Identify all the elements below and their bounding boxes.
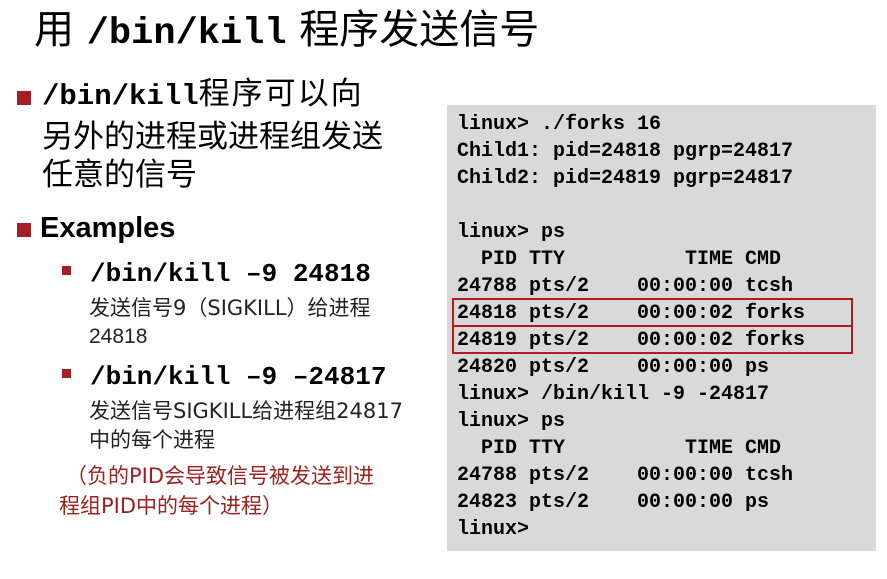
terminal-line: PID TTY TIME CMD [457, 437, 782, 460]
terminal-line: 24788 pts/2 00:00:00 tcsh [457, 464, 794, 487]
highlight-box-row-24819 [452, 325, 853, 354]
bullet1-line3: 任意的信号 [42, 157, 197, 193]
title-command: /bin/kill [86, 13, 287, 55]
bullet-square-icon [17, 223, 31, 237]
terminal-line: PID TTY TIME CMD [457, 248, 782, 271]
terminal-line: Child2: pid=24819 pgrp=24817 [457, 167, 794, 190]
sub-bullet-square-icon [62, 369, 71, 378]
terminal-panel: linux> ./forks 16 Child1: pid=24818 pgrp… [447, 105, 876, 551]
title-prefix: 用 [34, 7, 87, 53]
bullet1-command: /bin/kill [42, 80, 199, 113]
bullet1-line1: /bin/kill程序可以向 [42, 72, 364, 119]
bullet-square-icon [17, 91, 31, 105]
terminal-line: 24788 pts/2 00:00:00 tcsh [457, 275, 794, 298]
example1-description-line2: 24818 [89, 325, 148, 348]
note-line1: （负的PID会导致信号被发送到进 [66, 464, 375, 488]
example1-description-line1: 发送信号9（SIGKILL）给进程 [89, 296, 371, 320]
terminal-line: Child1: pid=24818 pgrp=24817 [457, 140, 794, 163]
terminal-line: 24823 pts/2 00:00:00 ps [457, 491, 770, 514]
example1-command: /bin/kill –9 24818 [90, 259, 371, 289]
terminal-line: linux> /bin/kill -9 -24817 [457, 383, 770, 406]
slide-title: 用 /bin/kill 程序发送信号 [34, 2, 539, 62]
terminal-line: linux> [457, 518, 530, 541]
examples-heading: Examples [40, 212, 176, 244]
example2-description-line2: 中的每个进程 [89, 428, 215, 452]
highlight-box-row-24818 [452, 298, 853, 327]
terminal-line: linux> ps [457, 410, 566, 433]
terminal-line: linux> ps [457, 221, 566, 244]
sub-bullet-square-icon [62, 266, 71, 275]
example2-command: /bin/kill –9 –24817 [90, 362, 387, 392]
title-suffix: 程序发送信号 [286, 7, 540, 53]
example2-description-line1: 发送信号SIGKILL给进程组24817 [89, 399, 403, 423]
note-line2: 程组PID中的每个进程） [59, 494, 284, 518]
terminal-line: 24820 pts/2 00:00:00 ps [457, 356, 770, 379]
bullet1-line1-text: 程序可以向 [198, 76, 364, 112]
terminal-line: linux> ./forks 16 [457, 113, 662, 136]
